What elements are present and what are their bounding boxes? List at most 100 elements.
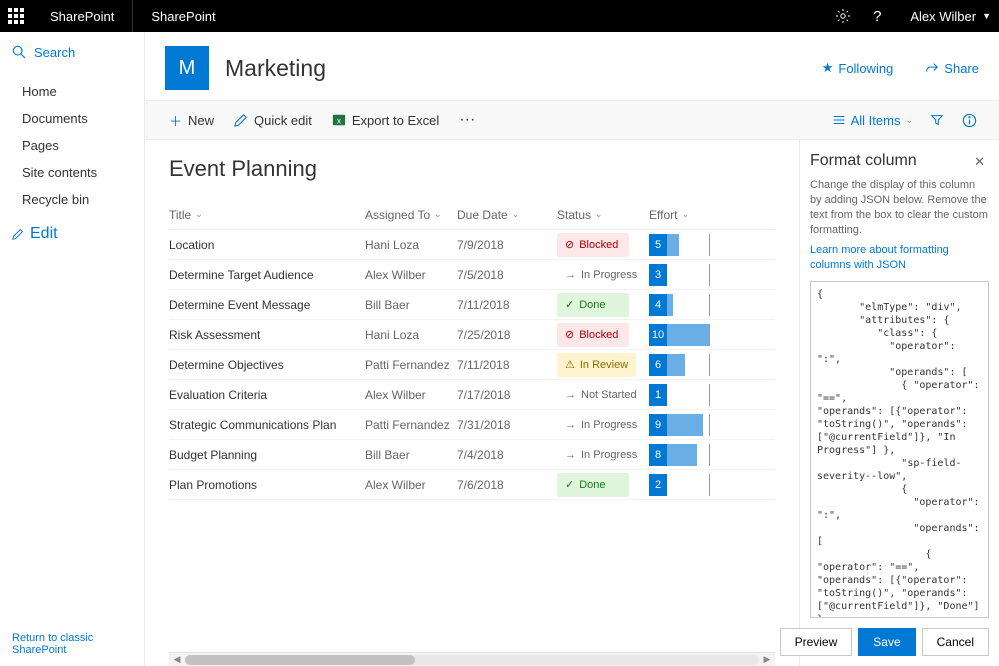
list-title: Event Planning (169, 156, 775, 182)
close-icon[interactable]: ✕ (970, 152, 989, 172)
scroll-left-icon[interactable]: ◀ (171, 654, 183, 665)
app-launcher-icon[interactable] (0, 0, 32, 32)
format-column-panel: Format column ✕ Change the display of th… (799, 140, 999, 666)
view-selector[interactable]: All Items ⌄ (824, 113, 921, 128)
cell-title: Determine Event Message (169, 298, 365, 312)
search-input[interactable]: Search (0, 32, 144, 72)
learn-more-link[interactable]: Learn more about formatting columns with… (810, 243, 989, 273)
user-menu[interactable]: Alex Wilber ▼ (894, 9, 999, 24)
pencil-icon (234, 113, 248, 127)
cell-due: 7/31/2018 (457, 418, 557, 432)
nav-edit[interactable]: Edit (0, 219, 144, 249)
status-icon: → (565, 449, 576, 461)
cell-title: Location (169, 238, 365, 252)
svg-text:x: x (337, 117, 341, 126)
cell-status: ✓Done (557, 293, 649, 317)
cancel-button[interactable]: Cancel (922, 628, 989, 656)
site-name: Marketing (225, 55, 806, 82)
cell-title: Evaluation Criteria (169, 388, 365, 402)
col-effort[interactable]: Effort⌄ (649, 208, 749, 222)
brand-primary[interactable]: SharePoint (32, 0, 133, 32)
status-icon: ⊘ (565, 238, 574, 251)
col-title[interactable]: Title⌄ (169, 208, 365, 222)
chevron-down-icon: ⌄ (195, 209, 203, 220)
cell-due: 7/5/2018 (457, 268, 557, 282)
preview-button[interactable]: Preview (780, 628, 853, 656)
table-row[interactable]: Evaluation CriteriaAlex Wilber7/17/2018→… (169, 380, 775, 410)
info-icon (962, 113, 977, 128)
cell-due: 7/17/2018 (457, 388, 557, 402)
cell-effort: 2 (649, 474, 749, 496)
cell-status: →In Progress (557, 263, 649, 287)
table-row[interactable]: LocationHani Loza7/9/2018⊘Blocked5 (169, 230, 775, 260)
panel-title: Format column (810, 152, 970, 170)
chevron-down-icon: ⌄ (905, 115, 913, 126)
left-nav: Search HomeDocumentsPagesSite contentsRe… (0, 32, 145, 666)
json-editor[interactable]: { "elmType": "div", "attributes": { "cla… (810, 281, 989, 618)
chevron-down-icon: ⌄ (681, 209, 689, 220)
table-row[interactable]: Determine Target AudienceAlex Wilber7/5/… (169, 260, 775, 290)
quick-edit-button[interactable]: Quick edit (224, 100, 322, 140)
follow-button[interactable]: ★ Following (822, 60, 894, 76)
nav-item[interactable]: Home (0, 78, 144, 105)
cell-effort: 6 (649, 354, 749, 376)
cell-status: ⊘Blocked (557, 233, 649, 257)
cell-title: Plan Promotions (169, 478, 365, 492)
status-icon: ✓ (565, 298, 574, 311)
cell-status: →In Progress (557, 413, 649, 437)
cell-effort: 4 (649, 294, 749, 316)
save-button[interactable]: Save (858, 628, 915, 656)
filter-icon (930, 113, 944, 127)
user-name: Alex Wilber (910, 9, 976, 24)
new-button[interactable]: ＋ New (159, 100, 224, 140)
table-row[interactable]: Risk AssessmentHani Loza7/25/2018⊘Blocke… (169, 320, 775, 350)
overflow-button[interactable]: ··· (449, 100, 485, 140)
cell-assigned: Alex Wilber (365, 388, 457, 402)
scroll-right-icon[interactable]: ▶ (761, 654, 773, 665)
cell-title: Strategic Communications Plan (169, 418, 365, 432)
help-icon[interactable]: ? (860, 0, 894, 32)
nav-item[interactable]: Site contents (0, 159, 144, 186)
cell-status: ⊘Blocked (557, 323, 649, 347)
suite-bar: SharePoint SharePoint ? Alex Wilber ▼ (0, 0, 999, 32)
classic-link[interactable]: Return to classic SharePoint (0, 622, 144, 666)
cell-assigned: Bill Baer (365, 448, 457, 462)
table-row[interactable]: Budget PlanningBill Baer7/4/2018→In Prog… (169, 440, 775, 470)
cell-due: 7/25/2018 (457, 328, 557, 342)
plus-icon: ＋ (169, 111, 182, 130)
cell-title: Risk Assessment (169, 328, 365, 342)
settings-icon[interactable] (826, 0, 860, 32)
list-table: Title⌄ Assigned To⌄ Due Date⌄ Status⌄ Ef… (169, 200, 775, 500)
filter-button[interactable] (921, 113, 953, 127)
status-icon: → (565, 419, 576, 431)
nav-item[interactable]: Documents (0, 105, 144, 132)
col-due[interactable]: Due Date⌄ (457, 208, 557, 222)
ellipsis-icon: ··· (459, 115, 475, 125)
search-placeholder: Search (34, 45, 75, 60)
cell-status: ✓Done (557, 473, 649, 497)
horizontal-scrollbar[interactable]: ◀ ▶ (169, 652, 775, 666)
col-assigned[interactable]: Assigned To⌄ (365, 208, 457, 222)
table-row[interactable]: Determine Event MessageBill Baer7/11/201… (169, 290, 775, 320)
table-row[interactable]: Plan PromotionsAlex Wilber7/6/2018✓Done2 (169, 470, 775, 500)
col-status[interactable]: Status⌄ (557, 208, 649, 222)
brand-secondary[interactable]: SharePoint (133, 9, 233, 24)
nav-item[interactable]: Recycle bin (0, 186, 144, 213)
info-button[interactable] (953, 113, 985, 128)
cell-due: 7/9/2018 (457, 238, 557, 252)
site-tile[interactable]: M (165, 46, 209, 90)
table-row[interactable]: Strategic Communications PlanPatti Ferna… (169, 410, 775, 440)
cell-status: ⚠In Review (557, 353, 649, 377)
nav-item[interactable]: Pages (0, 132, 144, 159)
status-icon: → (565, 389, 576, 401)
cell-effort: 10 (649, 324, 749, 346)
export-button[interactable]: x Export to Excel (322, 100, 449, 140)
cell-status: →Not Started (557, 383, 649, 407)
share-button[interactable]: Share (925, 61, 979, 76)
cell-effort: 5 (649, 234, 749, 256)
list-icon (832, 113, 846, 127)
pencil-icon (12, 228, 24, 240)
cell-effort: 9 (649, 414, 749, 436)
table-row[interactable]: Determine ObjectivesPatti Fernandez7/11/… (169, 350, 775, 380)
cell-assigned: Bill Baer (365, 298, 457, 312)
